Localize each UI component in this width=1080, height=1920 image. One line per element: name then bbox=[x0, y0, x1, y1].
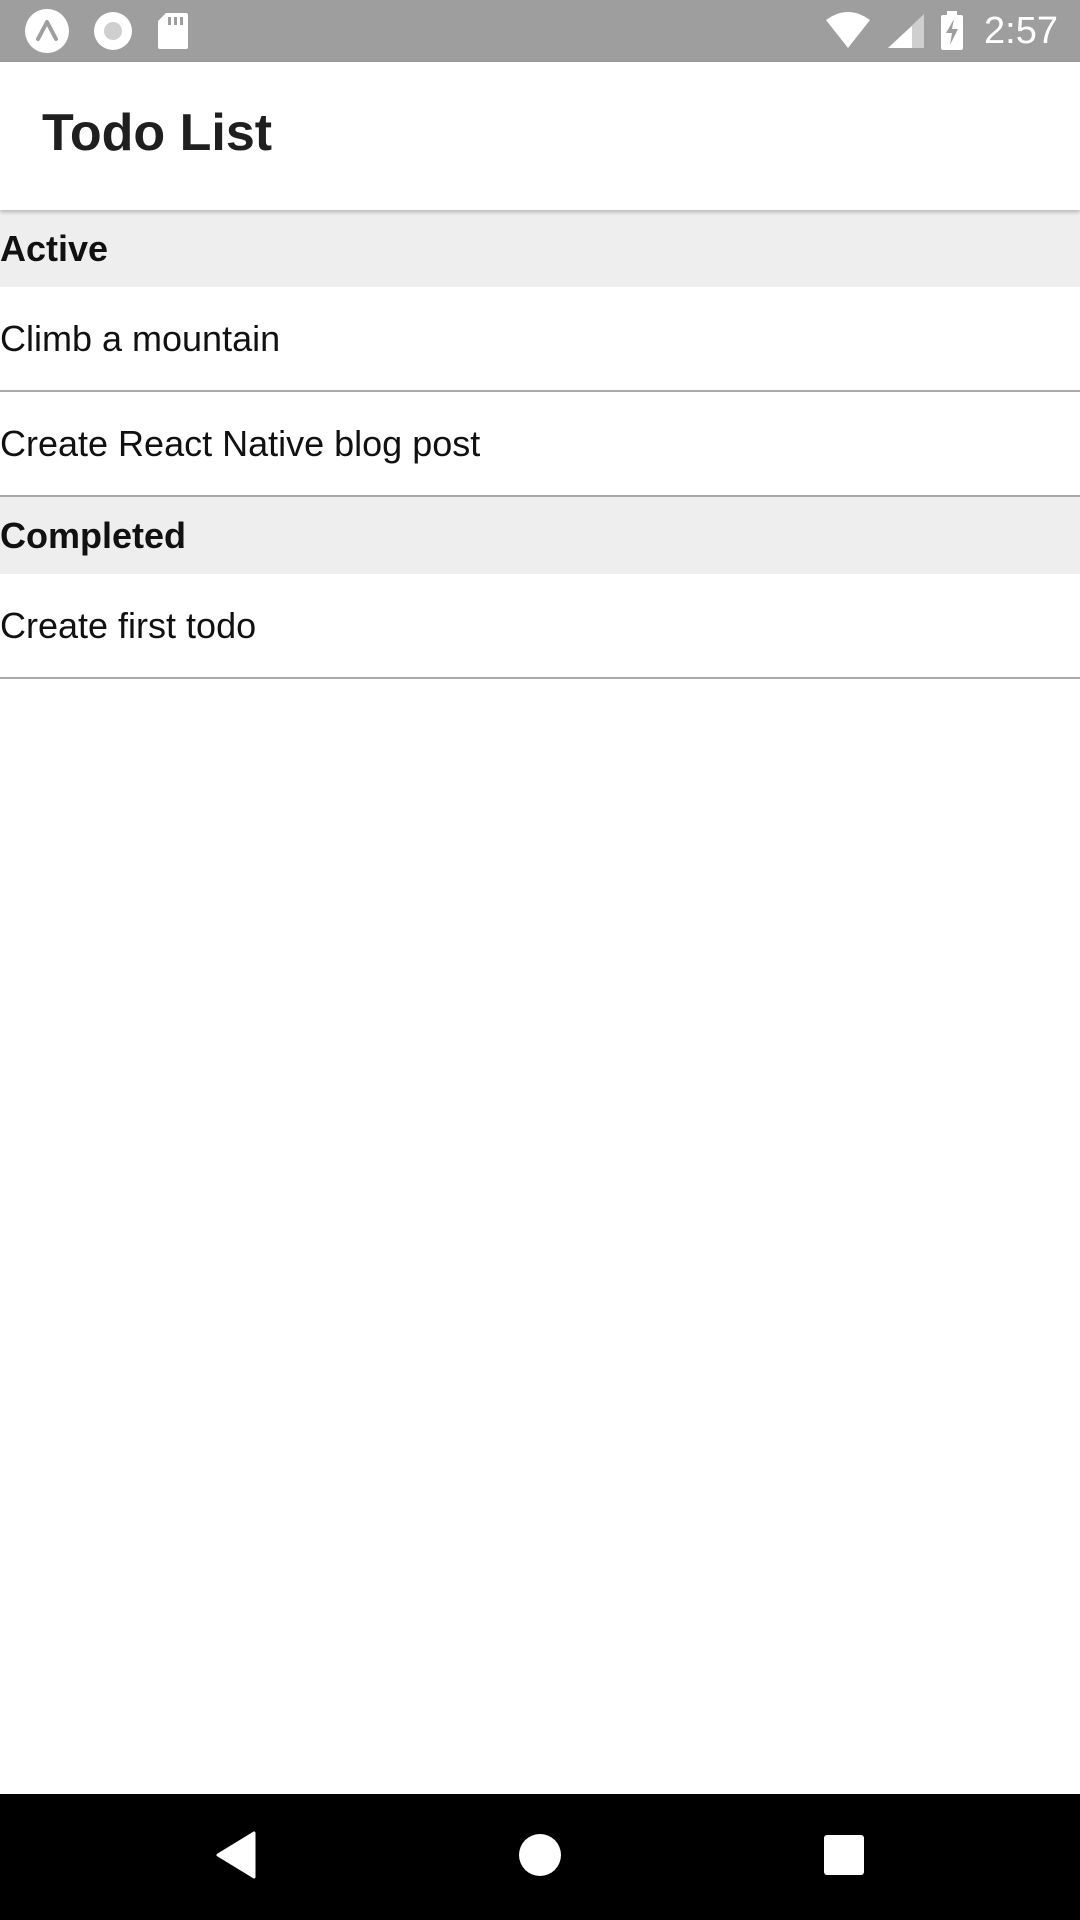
status-time: 2:57 bbox=[984, 9, 1058, 52]
home-icon bbox=[518, 1833, 562, 1882]
app-header: Todo List bbox=[0, 62, 1080, 210]
todo-list: Active Climb a mountain Create React Nat… bbox=[0, 210, 1080, 679]
status-bar-right: 2:57 bbox=[824, 6, 1058, 56]
back-button[interactable] bbox=[166, 1794, 306, 1920]
sd-card-icon bbox=[156, 11, 190, 51]
section-header-completed: Completed bbox=[0, 497, 1080, 574]
screen: 2:57 Todo List Active Climb a mountain C… bbox=[0, 0, 1080, 1920]
navigation-bar bbox=[0, 1794, 1080, 1920]
status-bar: 2:57 bbox=[0, 0, 1080, 62]
todo-item-create-first-todo[interactable]: Create first todo bbox=[0, 574, 1080, 679]
status-bar-left bbox=[24, 8, 190, 54]
expo-icon bbox=[24, 8, 70, 54]
cell-signal-icon bbox=[886, 12, 926, 50]
todo-item-create-blog-post[interactable]: Create React Native blog post bbox=[0, 392, 1080, 497]
home-button[interactable] bbox=[470, 1794, 610, 1920]
recents-icon bbox=[823, 1834, 865, 1881]
record-icon bbox=[92, 10, 134, 52]
section-header-active: Active bbox=[0, 210, 1080, 287]
battery-charging-icon bbox=[940, 11, 964, 51]
wifi-icon bbox=[824, 12, 872, 50]
todo-item-climb-a-mountain[interactable]: Climb a mountain bbox=[0, 287, 1080, 392]
back-icon bbox=[214, 1831, 258, 1884]
page-title: Todo List bbox=[42, 104, 273, 162]
recents-button[interactable] bbox=[774, 1794, 914, 1920]
